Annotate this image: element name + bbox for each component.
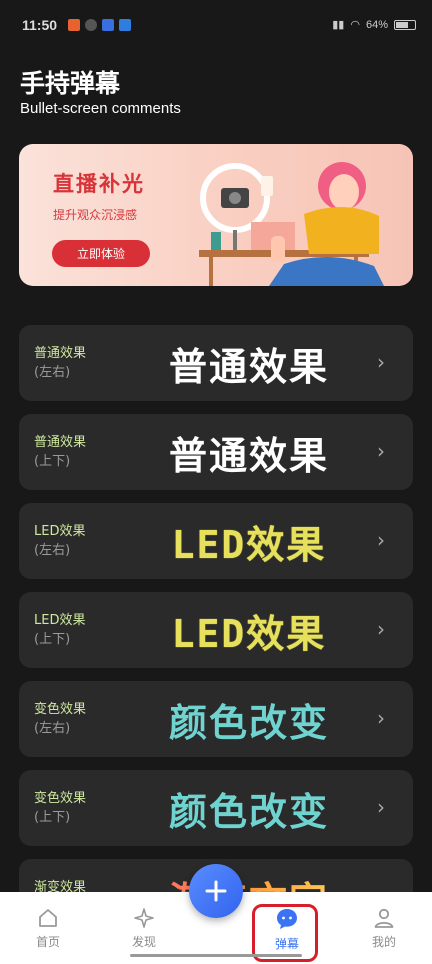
effect-name: 变色效果 xyxy=(34,791,87,806)
effect-preview: 普通效果 xyxy=(168,344,329,389)
effect-direction: (左右) xyxy=(34,721,71,736)
wifi-icon: ◠ xyxy=(350,19,360,31)
effect-name: 普通效果 xyxy=(34,346,87,361)
nav-label: 我的 xyxy=(371,935,396,949)
battery-icon xyxy=(394,19,416,30)
page-subtitle: Bullet-screen comments xyxy=(20,100,181,117)
nav-profile[interactable]: 我的 xyxy=(354,906,414,950)
app-notification-icon xyxy=(68,19,80,31)
nav-label: 首页 xyxy=(35,935,60,949)
effect-direction: (左右) xyxy=(34,543,71,558)
app-notification-icon xyxy=(85,19,97,31)
effect-preview: LED效果 xyxy=(171,522,327,567)
chevron-right-icon: › xyxy=(377,706,385,730)
nav-home[interactable]: 首页 xyxy=(18,906,78,950)
nav-label: 发现 xyxy=(131,935,156,949)
effect-preview: 普通效果 xyxy=(168,433,329,478)
gesture-bar xyxy=(130,954,302,957)
status-right: ▮▮ ◠ 64% xyxy=(332,18,416,31)
effect-list: 普通效果 (左右) 普通效果 › 普通效果 (上下) 普通效果 › LED效果 (左右… xyxy=(19,325,413,948)
effect-direction: (上下) xyxy=(34,810,71,825)
status-time: 11:50 xyxy=(22,17,58,33)
status-bar: 11:50 ▮▮ ◠ 64% xyxy=(0,0,432,50)
app-notification-icon xyxy=(119,19,131,31)
effect-card-normal-vertical[interactable]: 普通效果 (上下) 普通效果 › xyxy=(19,414,413,490)
effect-preview: 颜色改变 xyxy=(168,789,329,834)
ring-light-illustration xyxy=(199,162,384,286)
effect-name: LED效果 xyxy=(34,524,86,539)
chevron-right-icon: › xyxy=(377,439,385,463)
banner-subtitle: 提升观众沉浸感 xyxy=(53,208,138,222)
effect-direction: (上下) xyxy=(34,632,71,647)
effect-name: LED效果 xyxy=(34,613,86,628)
effect-card-normal-horizontal[interactable]: 普通效果 (左右) 普通效果 › xyxy=(19,325,413,401)
page-title: 手持弹幕 xyxy=(20,69,121,98)
chevron-right-icon: › xyxy=(377,528,385,552)
chevron-right-icon: › xyxy=(377,617,385,641)
banner-title: 直播补光 xyxy=(53,172,145,196)
promo-banner[interactable]: 直播补光 提升观众沉浸感 立即体验 xyxy=(19,144,413,286)
effect-name: 变色效果 xyxy=(34,702,87,717)
effect-card-led-horizontal[interactable]: LED效果 (左右) LED效果 › xyxy=(19,503,413,579)
effect-card-led-vertical[interactable]: LED效果 (上下) LED效果 › xyxy=(19,592,413,668)
plus-icon xyxy=(205,880,227,902)
effect-name: 普通效果 xyxy=(34,435,87,450)
sparkle-icon xyxy=(134,908,154,928)
home-icon xyxy=(39,909,57,927)
chevron-right-icon: › xyxy=(377,350,385,374)
effect-preview: LED效果 xyxy=(171,611,327,656)
effect-card-color-vertical[interactable]: 变色效果 (上下) 颜色改变 › xyxy=(19,770,413,846)
signal-icon: ▮▮ xyxy=(332,19,345,31)
notification-icons xyxy=(68,19,131,31)
chevron-right-icon: › xyxy=(377,795,385,819)
add-button[interactable] xyxy=(189,864,243,918)
nav-discover[interactable]: 发现 xyxy=(114,906,174,950)
battery-percent: 64% xyxy=(365,18,388,31)
effect-preview: 颜色改变 xyxy=(168,700,329,745)
try-now-button[interactable]: 立即体验 xyxy=(52,240,150,267)
effect-card-color-horizontal[interactable]: 变色效果 (左右) 颜色改变 › xyxy=(19,681,413,757)
effect-direction: (上下) xyxy=(34,454,71,469)
app-notification-icon xyxy=(102,19,114,31)
profile-icon xyxy=(374,908,394,928)
effect-direction: (左右) xyxy=(34,365,71,380)
